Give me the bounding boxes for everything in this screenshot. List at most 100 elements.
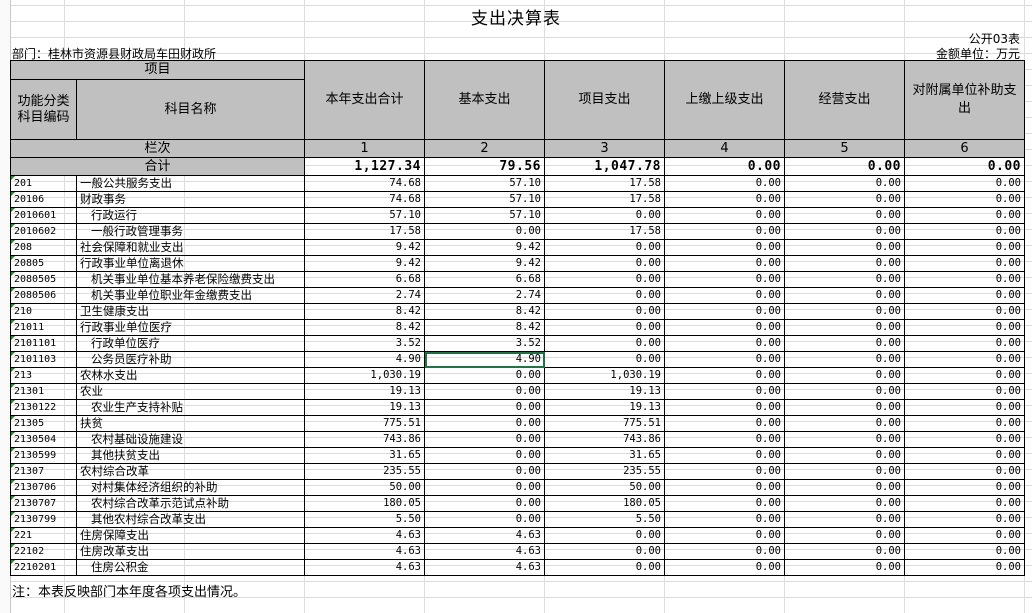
amount-cell[interactable]: 0.00 <box>544 255 665 272</box>
col-header-project[interactable]: 项目支出 <box>544 60 665 140</box>
amount-cell[interactable]: 0.00 <box>664 255 785 272</box>
subject-code-cell[interactable]: 2080505 <box>10 271 77 288</box>
amount-cell[interactable]: 4.63 <box>304 559 425 576</box>
amount-cell[interactable]: 0.00 <box>904 431 1025 448</box>
amount-cell[interactable]: 17.58 <box>544 191 665 208</box>
amount-cell[interactable]: 0.00 <box>664 191 785 208</box>
col-number[interactable]: 2 <box>424 139 545 158</box>
amount-cell[interactable]: 0.00 <box>904 367 1025 384</box>
amount-cell[interactable]: 235.55 <box>304 463 425 480</box>
subject-name-cell[interactable]: 住房公积金 <box>76 559 305 576</box>
amount-cell[interactable]: 0.00 <box>424 223 545 240</box>
amount-cell[interactable]: 0.00 <box>544 271 665 288</box>
amount-cell[interactable]: 0.00 <box>904 255 1025 272</box>
amount-cell[interactable]: 0.00 <box>664 351 785 368</box>
amount-cell[interactable]: 0.00 <box>664 367 785 384</box>
amount-cell[interactable]: 9.42 <box>424 239 545 256</box>
col-header-subsidy[interactable]: 对附属单位补助支出 <box>904 60 1025 140</box>
amount-cell[interactable]: 9.42 <box>304 255 425 272</box>
subject-code-cell[interactable]: 21011 <box>10 319 77 336</box>
amount-cell[interactable]: 0.00 <box>784 175 905 192</box>
col-header-remit[interactable]: 上缴上级支出 <box>664 60 785 140</box>
amount-cell[interactable]: 0.00 <box>424 383 545 400</box>
subject-name-cell[interactable]: 行政运行 <box>76 207 305 224</box>
amount-cell[interactable]: 1,030.19 <box>544 367 665 384</box>
subject-name-cell[interactable]: 社会保障和就业支出 <box>76 239 305 256</box>
amount-cell[interactable]: 8.42 <box>304 303 425 320</box>
amount-cell[interactable]: 180.05 <box>544 495 665 512</box>
amount-cell[interactable]: 19.13 <box>544 399 665 416</box>
amount-cell[interactable]: 235.55 <box>544 463 665 480</box>
amount-cell[interactable]: 0.00 <box>904 207 1025 224</box>
subject-name-cell[interactable]: 住房改革支出 <box>76 543 305 560</box>
amount-cell[interactable]: 0.00 <box>904 399 1025 416</box>
amount-cell[interactable]: 0.00 <box>544 559 665 576</box>
amount-cell[interactable]: 0.00 <box>664 479 785 496</box>
subject-name-cell[interactable]: 机关事业单位基本养老保险缴费支出 <box>76 271 305 288</box>
amount-cell[interactable]: 19.13 <box>304 399 425 416</box>
subject-code-cell[interactable]: 21301 <box>10 383 77 400</box>
subject-code-cell[interactable]: 21307 <box>10 463 77 480</box>
amount-cell[interactable]: 0.00 <box>784 447 905 464</box>
amount-cell[interactable]: 0.00 <box>904 559 1025 576</box>
amount-cell[interactable]: 0.00 <box>784 367 905 384</box>
amount-cell[interactable]: 0.00 <box>544 543 665 560</box>
subject-code-cell[interactable]: 2210201 <box>10 559 77 576</box>
amount-cell[interactable]: 0.00 <box>784 335 905 352</box>
amount-cell[interactable]: 74.68 <box>304 175 425 192</box>
col-number[interactable]: 6 <box>904 139 1025 158</box>
amount-cell[interactable]: 0.00 <box>904 287 1025 304</box>
amount-cell[interactable]: 0.00 <box>784 463 905 480</box>
amount-cell[interactable]: 0.00 <box>904 543 1025 560</box>
amount-cell[interactable]: 31.65 <box>544 447 665 464</box>
amount-cell[interactable]: 0.00 <box>664 463 785 480</box>
amount-cell[interactable]: 0.00 <box>904 191 1025 208</box>
amount-cell[interactable]: 6.68 <box>304 271 425 288</box>
amount-cell[interactable]: 4.63 <box>304 543 425 560</box>
amount-cell[interactable]: 4.63 <box>424 543 545 560</box>
subject-code-cell[interactable]: 2010602 <box>10 223 77 240</box>
subject-code-cell[interactable]: 2080506 <box>10 287 77 304</box>
amount-cell[interactable]: 0.00 <box>904 527 1025 544</box>
subject-code-cell[interactable]: 201 <box>10 175 77 192</box>
amount-cell[interactable]: 74.68 <box>304 191 425 208</box>
amount-cell[interactable]: 0.00 <box>664 431 785 448</box>
total-cell[interactable]: 0.00 <box>784 157 905 176</box>
amount-cell[interactable]: 0.00 <box>904 447 1025 464</box>
amount-cell[interactable]: 0.00 <box>424 511 545 528</box>
amount-cell[interactable]: 57.10 <box>304 207 425 224</box>
amount-cell[interactable]: 0.00 <box>784 255 905 272</box>
total-cell[interactable]: 1,127.34 <box>304 157 425 176</box>
subject-name-cell[interactable]: 对村集体经济组织的补助 <box>76 479 305 496</box>
amount-cell[interactable]: 0.00 <box>784 239 905 256</box>
amount-cell[interactable]: 0.00 <box>904 303 1025 320</box>
subject-name-cell[interactable]: 卫生健康支出 <box>76 303 305 320</box>
amount-cell[interactable]: 3.52 <box>304 335 425 352</box>
amount-cell[interactable]: 0.00 <box>904 223 1025 240</box>
amount-cell[interactable]: 57.10 <box>424 207 545 224</box>
amount-cell[interactable]: 0.00 <box>664 207 785 224</box>
amount-cell[interactable]: 0.00 <box>544 351 665 368</box>
amount-cell[interactable]: 0.00 <box>784 511 905 528</box>
amount-cell[interactable]: 0.00 <box>544 319 665 336</box>
amount-cell[interactable]: 19.13 <box>304 383 425 400</box>
total-cell[interactable]: 0.00 <box>904 157 1025 176</box>
subject-name-cell[interactable]: 其他扶贫支出 <box>76 447 305 464</box>
amount-cell[interactable]: 0.00 <box>544 287 665 304</box>
subject-name-cell[interactable]: 农业 <box>76 383 305 400</box>
amount-cell[interactable]: 0.00 <box>784 303 905 320</box>
amount-cell[interactable]: 50.00 <box>544 479 665 496</box>
subject-code-cell[interactable]: 2130799 <box>10 511 77 528</box>
amount-cell[interactable]: 0.00 <box>544 303 665 320</box>
amount-cell[interactable]: 0.00 <box>664 303 785 320</box>
amount-cell[interactable]: 0.00 <box>664 447 785 464</box>
amount-cell[interactable]: 0.00 <box>664 383 785 400</box>
amount-cell[interactable]: 8.42 <box>304 319 425 336</box>
amount-cell[interactable]: 0.00 <box>784 559 905 576</box>
amount-cell[interactable]: 0.00 <box>424 447 545 464</box>
amount-cell[interactable]: 0.00 <box>904 415 1025 432</box>
amount-cell[interactable]: 0.00 <box>664 399 785 416</box>
amount-cell[interactable]: 0.00 <box>904 511 1025 528</box>
amount-cell[interactable]: 17.58 <box>304 223 425 240</box>
subject-name-cell[interactable]: 行政单位医疗 <box>76 335 305 352</box>
